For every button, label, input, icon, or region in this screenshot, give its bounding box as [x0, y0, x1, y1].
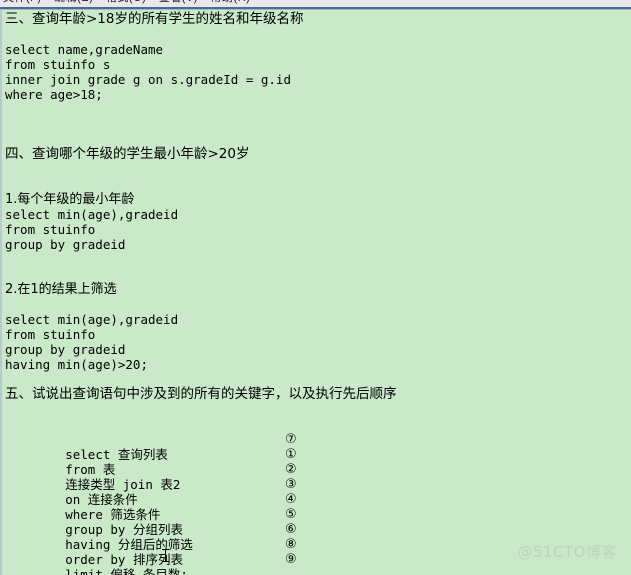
code-line: having min(age)>20;: [5, 357, 148, 372]
keyword-row: select 查询列表 ⑦: [5, 432, 631, 462]
keyword-order-badge: ⑤: [285, 507, 297, 522]
code-line: where age>18;: [5, 87, 103, 102]
text-editor-window: 文件(F) 编辑(E) 格式(O) 查看(V) 帮助(H) 三、查询年龄>18岁…: [0, 0, 631, 575]
keyword-clause: limit 偏移,条目数;: [65, 567, 188, 575]
code-line: select name,gradeName: [5, 42, 164, 57]
section-heading-3: 三、查询年龄>18岁的所有学生的姓名和年级名称: [5, 11, 304, 27]
keyword-order-badge: ⑥: [285, 522, 297, 537]
code-line: group by gradeid: [5, 342, 126, 357]
section-heading-5: 五、试说出查询语句中涉及到的所有的关键字，以及执行先后顺序: [5, 386, 397, 402]
keyword-row: limit 偏移,条目数; ⑨: [5, 552, 631, 575]
sub-label-2: 2.在1的结果上筛选: [5, 282, 117, 297]
keyword-order-badge: ②: [285, 462, 297, 477]
menu-item-file[interactable]: 文件(F): [3, 0, 42, 4]
keyword-order-badge: ③: [285, 477, 297, 492]
keyword-order-badge: ⑨: [285, 552, 297, 567]
keyword-order-badge: ⑧: [285, 537, 297, 552]
keyword-row: where 筛选条件 ④: [5, 492, 631, 522]
section-heading-4: 四、查询哪个年级的学生最小年龄>20岁: [5, 146, 250, 162]
keyword-order-badge: ④: [285, 492, 297, 507]
code-line: group by gradeid: [5, 237, 126, 252]
keyword-order-badge: ①: [285, 447, 297, 462]
document-text-pane[interactable]: 三、查询年龄>18岁的所有学生的姓名和年级名称 select name,grad…: [0, 9, 631, 575]
code-line: from stuinfo: [5, 327, 96, 342]
keyword-order-badge: ⑦: [285, 432, 297, 447]
document-content[interactable]: 三、查询年龄>18岁的所有学生的姓名和年级名称 select name,grad…: [2, 10, 631, 575]
keyword-row: on 连接条件 ③: [5, 477, 631, 507]
code-line: select min(age),gradeid: [5, 312, 179, 327]
cropped-menu-bar[interactable]: 文件(F) 编辑(E) 格式(O) 查看(V) 帮助(H): [0, 0, 631, 9]
sub-label-1: 1.每个年级的最小年龄: [5, 192, 135, 207]
code-line: inner join grade g on s.gradeId = g.id: [5, 72, 291, 87]
keyword-row: from 表 ①: [5, 447, 631, 477]
keyword-row: order by 排序列表 ⑧: [5, 537, 631, 567]
keyword-row: group by 分组列表 ⑤: [5, 507, 631, 537]
menu-item-help[interactable]: 帮助(H): [211, 0, 251, 4]
cropped-menu-labels[interactable]: 文件(F) 编辑(E) 格式(O) 查看(V) 帮助(H): [3, 0, 259, 5]
menu-item-view[interactable]: 查看(V): [159, 0, 198, 4]
menu-item-format[interactable]: 格式(O): [106, 0, 146, 4]
code-line: select min(age),gradeid: [5, 207, 179, 222]
text-cursor: [162, 549, 169, 562]
code-line: from stuinfo: [5, 222, 96, 237]
keyword-row: 连接类型 join 表2 ②: [5, 462, 631, 492]
menu-item-edit[interactable]: 编辑(E): [54, 0, 93, 4]
keyword-row: having 分组后的筛选 ⑥: [5, 522, 631, 552]
code-line: from stuinfo s: [5, 57, 111, 72]
